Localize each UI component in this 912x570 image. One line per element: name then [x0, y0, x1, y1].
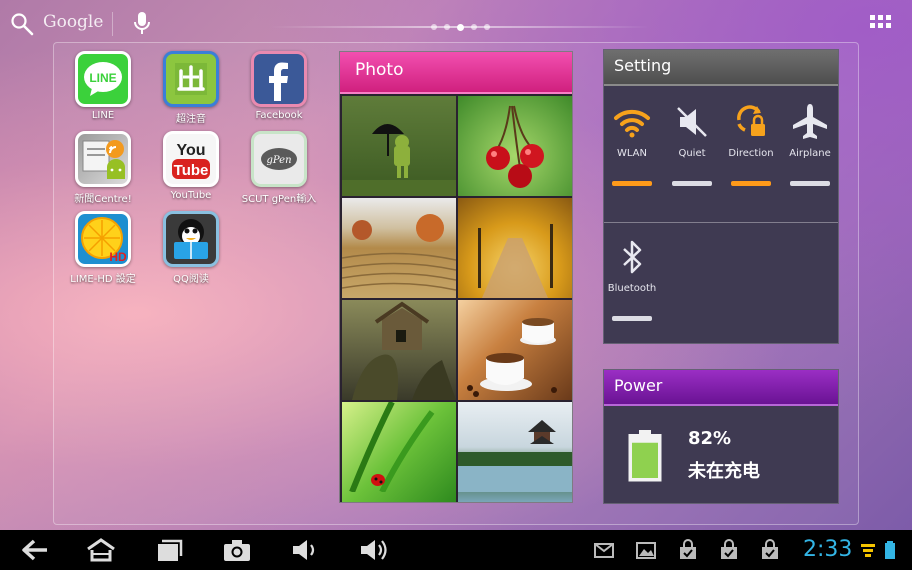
power-widget-title: Power [604, 370, 838, 406]
photo-coffee-cups[interactable] [458, 300, 572, 400]
page-dot[interactable] [430, 24, 437, 30]
svg-text:gPen: gPen [266, 155, 291, 166]
photo-fantasy-house[interactable] [342, 300, 456, 400]
lime-icon: HD [75, 211, 131, 267]
photo-widget[interactable]: Photo [339, 51, 573, 503]
app-youtube[interactable]: You Tube YouTube [148, 131, 234, 201]
battery-status-icon [885, 541, 895, 559]
market-notification-icon[interactable] [718, 538, 740, 562]
top-bar: Google [0, 0, 912, 44]
app-news-centre[interactable]: 新聞Centre! [60, 131, 146, 205]
battery-percent: 82% [688, 428, 732, 449]
recent-apps-icon[interactable] [154, 538, 184, 562]
svg-text:You: You [176, 142, 205, 159]
svg-text:Tube: Tube [174, 162, 209, 179]
photo-widget-title: Photo [355, 60, 404, 80]
volume-down-icon[interactable] [290, 538, 320, 562]
app-label: Facebook [255, 110, 303, 121]
system-nav-bar: 2:33 [0, 530, 912, 570]
app-label: QQ阅读 [173, 274, 209, 285]
line-icon: LINE [75, 51, 131, 107]
volume-up-icon[interactable] [358, 538, 388, 562]
airplane-icon [793, 104, 827, 139]
market-notification-icon[interactable] [677, 538, 699, 562]
photo-cherries[interactable] [458, 96, 572, 196]
toggle-bluetooth[interactable]: Bluetooth [603, 237, 661, 321]
search-icon[interactable] [10, 12, 34, 36]
toggle-quiet[interactable]: Quiet [663, 102, 721, 186]
qq-reader-icon [163, 211, 219, 267]
page-dot-active[interactable] [456, 23, 464, 31]
home-icon[interactable] [86, 538, 116, 562]
toggle-label: WLAN [616, 148, 647, 159]
page-indicator [270, 22, 650, 32]
gmail-notification-icon[interactable] [593, 538, 615, 562]
mute-icon [677, 107, 707, 137]
youtube-icon: You Tube [163, 131, 219, 187]
divider [604, 222, 838, 223]
toggle-wlan[interactable]: WLAN [603, 102, 661, 186]
status-clock[interactable]: 2:33 [803, 537, 852, 562]
google-search-label[interactable]: Google [43, 12, 103, 32]
back-icon[interactable] [20, 538, 50, 562]
photo-android-umbrella[interactable] [342, 96, 456, 196]
app-facebook[interactable]: Facebook [236, 51, 322, 121]
app-label: LIME-HD 設定 [70, 274, 136, 285]
photo-widget-header: Photo [340, 52, 572, 94]
page-dot[interactable] [483, 24, 490, 30]
app-lime-hd[interactable]: HD LIME-HD 設定 [60, 211, 146, 285]
rotation-lock-icon [737, 105, 765, 136]
bluetooth-icon [623, 240, 642, 274]
gallery-notification-icon[interactable] [635, 538, 657, 562]
photo-ladybug-grass[interactable] [342, 402, 456, 502]
charging-status: 未在充电 [688, 461, 760, 482]
toggle-state-bar [731, 181, 771, 186]
camera-icon[interactable] [222, 538, 252, 562]
mic-icon[interactable] [133, 11, 151, 35]
wifi-signal-icon [861, 544, 875, 557]
app-label: 超注音 [176, 114, 206, 125]
news-centre-icon [75, 131, 131, 187]
app-label: LINE [91, 110, 115, 121]
toggle-state-bar [672, 181, 712, 186]
toggle-direction[interactable]: Direction [722, 102, 780, 186]
page-dot[interactable] [470, 24, 477, 30]
photo-wheat-field[interactable] [342, 198, 456, 298]
app-scut-gpen[interactable]: gPen SCUT gPen輸入 [236, 131, 322, 205]
toggle-label: Bluetooth [607, 283, 657, 294]
battery-level-fill [632, 442, 658, 478]
app-chao-zhuyin[interactable]: 超注音 [148, 51, 234, 125]
page-dot[interactable] [443, 24, 450, 30]
wifi-icon [614, 109, 650, 138]
toggle-state-bar [612, 181, 652, 186]
photo-autumn-road[interactable] [458, 198, 572, 298]
app-qq-reader[interactable]: QQ阅读 [148, 211, 234, 285]
app-label: 新聞Centre! [74, 194, 132, 205]
setting-widget: Setting WLAN Quiet Direction Airplane Bl… [603, 49, 839, 344]
toggle-label: Direction [728, 148, 774, 159]
svg-text:LINE: LINE [89, 71, 116, 85]
photo-chinese-pavilion[interactable] [458, 402, 572, 502]
svg-text:HD: HD [109, 250, 127, 264]
toggle-state-bar [612, 316, 652, 321]
app-line[interactable]: LINE LINE [60, 51, 146, 121]
divider [112, 12, 113, 36]
toggle-state-bar [790, 181, 830, 186]
app-label: SCUT gPen輸入 [241, 194, 317, 205]
toggle-airplane[interactable]: Airplane [781, 102, 839, 186]
facebook-icon [251, 51, 307, 107]
zhuyin-icon [163, 51, 219, 107]
market-notification-icon[interactable] [759, 538, 781, 562]
toggle-label: Quiet [678, 148, 706, 159]
gpen-icon: gPen [251, 131, 307, 187]
app-label: YouTube [170, 190, 212, 201]
all-apps-icon[interactable] [870, 15, 892, 31]
toggle-label: Airplane [789, 148, 831, 159]
power-widget: Power 82% 未在充电 [603, 369, 839, 504]
setting-widget-title: Setting [604, 50, 838, 86]
battery-icon [628, 430, 662, 482]
photo-grid [342, 96, 572, 502]
